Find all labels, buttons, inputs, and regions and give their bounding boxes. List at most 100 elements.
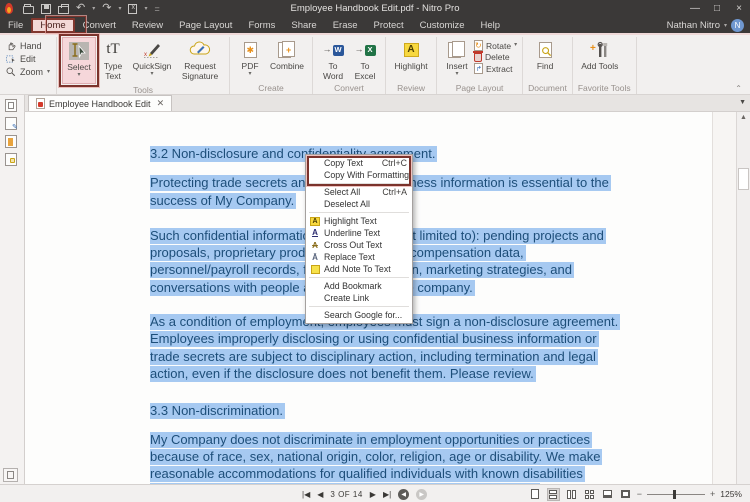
menu-select-all[interactable]: Select All Ctrl+A xyxy=(306,186,412,198)
scroll-up-icon[interactable]: ▲ xyxy=(737,112,750,121)
menu-review[interactable]: Review xyxy=(124,18,171,33)
security-panel-icon[interactable] xyxy=(5,153,17,166)
menu-file[interactable]: File xyxy=(0,18,31,33)
vertical-scrollbar[interactable]: ▲ xyxy=(736,112,750,484)
zoom-out-icon[interactable]: − xyxy=(637,489,642,499)
redo-dropdown-icon[interactable]: ▾ xyxy=(118,5,121,12)
zoom-tool-button[interactable]: Zoom ▾ xyxy=(6,67,50,77)
open-file-icon[interactable] xyxy=(23,6,34,14)
hand-tool-button[interactable]: Hand xyxy=(6,41,50,51)
menu-separator xyxy=(309,306,409,307)
shortcut-label: Ctrl+A xyxy=(374,187,407,197)
menu-convert[interactable]: Convert xyxy=(75,18,124,33)
menu-search-google[interactable]: Search Google for... xyxy=(306,309,412,321)
view-facing-continuous-icon[interactable] xyxy=(583,488,596,501)
quicksign-button[interactable]: x QuickSign ▾ xyxy=(130,37,174,77)
maximize-icon[interactable]: □ xyxy=(706,0,728,17)
zoom-level[interactable]: 125% xyxy=(720,489,742,499)
menu-cross-out-text[interactable]: A Cross Out Text xyxy=(306,239,412,251)
insert-button[interactable]: Insert ▾ xyxy=(442,37,472,77)
previous-page-icon[interactable]: ◀ xyxy=(317,490,323,499)
ribbon-group-tools: Select ▾ tT Type Text x QuickSign ▾ xyxy=(57,37,230,94)
highlight-button[interactable]: A Highlight xyxy=(391,37,431,72)
page-indicator[interactable]: 3 OF 14 xyxy=(330,490,362,499)
quicksign-qat-icon[interactable] xyxy=(128,4,137,14)
next-page-icon[interactable]: ▶ xyxy=(370,490,376,499)
account-menu[interactable]: Nathan Nitro ▾ N xyxy=(667,19,750,32)
document-tab[interactable]: Employee Handbook Edit ✕ xyxy=(28,95,172,111)
menu-underline-text[interactable]: A Underline Text xyxy=(306,227,412,239)
save-icon[interactable] xyxy=(41,4,51,14)
attachments-panel-icon[interactable] xyxy=(5,135,17,148)
request-signature-button[interactable]: Request Signature xyxy=(176,37,224,81)
delete-button[interactable]: Delete xyxy=(474,52,517,62)
zoom-slider-thumb[interactable] xyxy=(673,490,676,499)
pdf-button[interactable]: ✱ PDF ▾ xyxy=(235,37,265,77)
menu-help[interactable]: Help xyxy=(473,18,509,33)
scrollbar-thumb[interactable] xyxy=(738,168,749,190)
tab-list-dropdown-icon[interactable]: ▼ xyxy=(739,99,746,106)
select-dropdown-icon: ▾ xyxy=(78,73,81,78)
to-excel-button[interactable]: →X To Excel xyxy=(350,37,380,81)
menu-add-bookmark[interactable]: Add Bookmark xyxy=(306,280,412,292)
view-facing-icon[interactable] xyxy=(565,488,578,501)
type-text-icon: tT xyxy=(106,45,119,55)
first-page-icon[interactable]: |◀ xyxy=(302,490,310,499)
menu-home[interactable]: Home xyxy=(31,18,74,33)
pages-panel-icon[interactable] xyxy=(5,99,17,112)
group-label-review: Review xyxy=(391,82,431,94)
edit-tool-button[interactable]: Edit xyxy=(6,54,50,64)
rotate-button[interactable]: ↻ Rotate ▾ xyxy=(474,40,517,51)
undo-icon[interactable]: ↶ xyxy=(76,3,85,14)
to-word-button[interactable]: →W To Word xyxy=(318,37,348,81)
menu-copy-text[interactable]: Copy Text Ctrl+C xyxy=(306,157,412,169)
menu-page-layout[interactable]: Page Layout xyxy=(171,18,240,33)
extract-button[interactable]: ↱ Extract xyxy=(474,63,517,74)
add-tools-button[interactable]: + Add Tools xyxy=(578,37,622,72)
select-button[interactable]: Select ▾ xyxy=(62,37,96,84)
ribbon-group-favorite-tools: + Add Tools Favorite Tools xyxy=(573,37,637,94)
pdf-file-icon xyxy=(36,98,45,109)
menu-create-link[interactable]: Create Link xyxy=(306,292,412,304)
menu-customize[interactable]: Customize xyxy=(412,18,473,33)
ribbon: Hand Edit Zoom ▾ Select ▾ xyxy=(0,33,750,95)
find-button[interactable]: Find xyxy=(528,37,562,72)
paragraph: Such confidential information includes (… xyxy=(150,227,710,296)
ribbon-group-review: A Highlight Review xyxy=(386,37,437,94)
tab-close-icon[interactable]: ✕ xyxy=(157,98,165,109)
signatures-panel-icon[interactable]: ✎ xyxy=(5,117,17,130)
menu-share[interactable]: Share xyxy=(283,18,324,33)
zoom-in-icon[interactable]: + xyxy=(710,489,715,499)
menu-replace-text[interactable]: Ā Replace Text xyxy=(306,251,412,263)
menu-protect[interactable]: Protect xyxy=(366,18,412,33)
view-fit-width-icon[interactable] xyxy=(601,488,614,501)
avatar[interactable]: N xyxy=(731,19,744,32)
minimize-icon[interactable]: — xyxy=(684,0,706,17)
close-icon[interactable]: × xyxy=(728,0,750,17)
ribbon-collapse-icon[interactable]: ⌃ xyxy=(735,84,742,93)
document-tab-bar: Employee Handbook Edit ✕ ▼ xyxy=(25,95,750,112)
menu-copy-with-formatting[interactable]: Copy With Formatting xyxy=(306,169,412,181)
rotate-page-icon: ↻ xyxy=(474,40,483,51)
menu-forms[interactable]: Forms xyxy=(240,18,283,33)
type-text-button[interactable]: tT Type Text xyxy=(98,37,128,81)
quicksign-dropdown-icon[interactable]: ▾ xyxy=(144,5,147,12)
undo-dropdown-icon[interactable]: ▾ xyxy=(92,5,95,12)
view-single-page-icon[interactable] xyxy=(529,488,542,501)
print-icon[interactable] xyxy=(58,6,69,14)
previous-view-icon[interactable]: ◀ xyxy=(398,489,409,500)
combine-button[interactable]: + Combine xyxy=(267,37,307,72)
customize-qat-icon[interactable]: = xyxy=(154,4,160,14)
last-page-icon[interactable]: ▶| xyxy=(383,490,391,499)
next-view-icon[interactable]: ▶ xyxy=(416,489,427,500)
menu-erase[interactable]: Erase xyxy=(325,18,366,33)
redo-icon[interactable]: ↷ xyxy=(102,3,111,14)
menu-add-note-to-text[interactable]: Add Note To Text xyxy=(306,263,412,275)
zoom-slider[interactable] xyxy=(647,494,705,495)
menu-deselect-all[interactable]: Deselect All xyxy=(306,198,412,210)
panel-toggle-button[interactable] xyxy=(3,468,18,482)
menu-highlight-text[interactable]: A Highlight Text xyxy=(306,215,412,227)
menu-separator xyxy=(309,183,409,184)
view-fullscreen-icon[interactable] xyxy=(619,488,632,501)
view-continuous-icon[interactable] xyxy=(547,488,560,501)
